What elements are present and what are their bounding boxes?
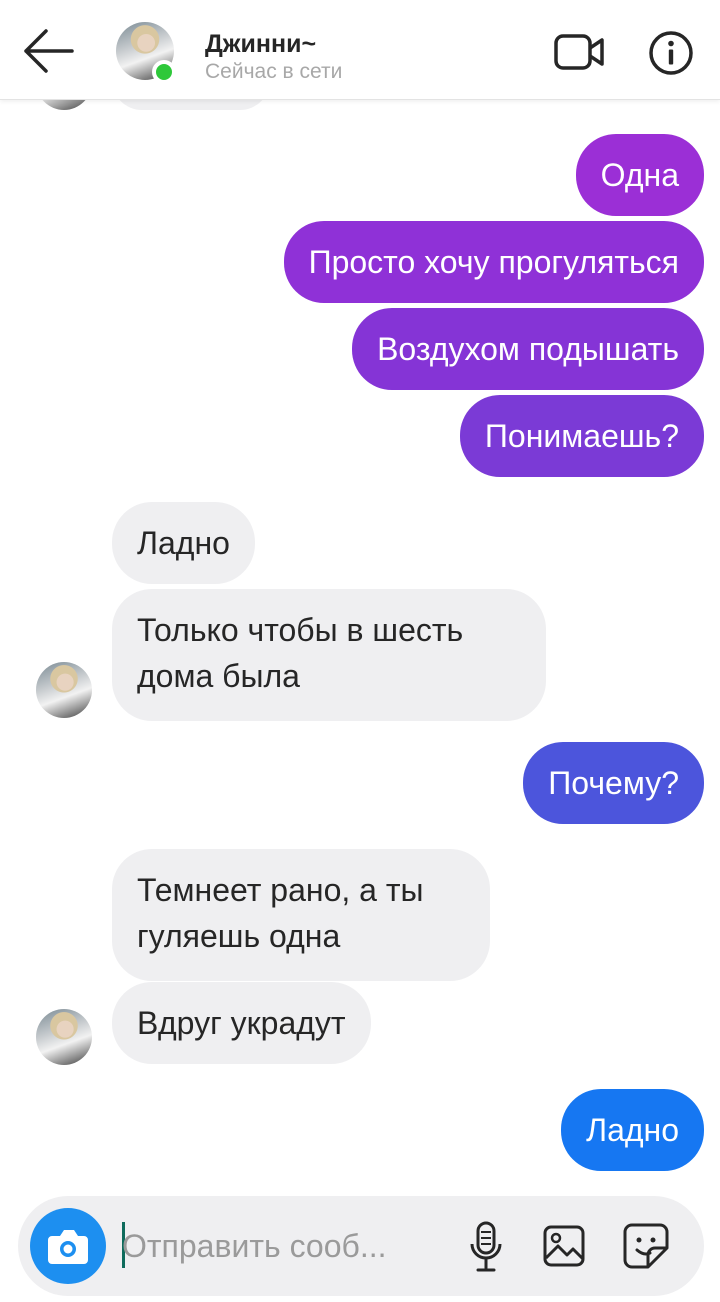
- message-bubble-outgoing[interactable]: Просто хочу прогуляться: [283, 221, 704, 303]
- message-bubble-outgoing[interactable]: Понимаешь?: [459, 395, 704, 477]
- message-bubble-outgoing[interactable]: Почему?: [523, 742, 704, 824]
- info-icon[interactable]: [648, 30, 694, 76]
- message-bubble-incoming[interactable]: Темнеет рано, а ты гуляешь одна: [112, 849, 490, 981]
- message-input[interactable]: [122, 1214, 422, 1278]
- sender-avatar[interactable]: [36, 662, 92, 718]
- sticker-icon[interactable]: [622, 1222, 670, 1270]
- message-bubble-incoming[interactable]: Вдруг украдут: [112, 982, 371, 1064]
- arrow-left-icon[interactable]: [18, 26, 78, 76]
- message-bubble-incoming[interactable]: Только чтобы в шесть дома была: [112, 589, 546, 721]
- video-camera-icon[interactable]: [552, 30, 606, 74]
- sender-avatar[interactable]: [36, 1009, 92, 1065]
- message-bubble-incoming[interactable]: Ладно: [112, 502, 255, 584]
- message-composer: [18, 1196, 704, 1296]
- message-bubble-outgoing[interactable]: Одна: [575, 134, 704, 216]
- online-status-dot: [152, 60, 176, 84]
- microphone-icon[interactable]: [468, 1220, 504, 1274]
- message-bubble-outgoing[interactable]: Воздухом подышать: [352, 308, 704, 390]
- contact-name[interactable]: Джинни~: [205, 30, 316, 59]
- image-icon[interactable]: [542, 1224, 586, 1268]
- message-bubble-outgoing[interactable]: Ладно: [561, 1089, 704, 1171]
- chat-header: Джинни~ Сейчас в сети: [0, 0, 720, 100]
- camera-button[interactable]: [30, 1208, 106, 1284]
- camera-icon: [48, 1230, 88, 1264]
- contact-status: Сейчас в сети: [205, 60, 343, 83]
